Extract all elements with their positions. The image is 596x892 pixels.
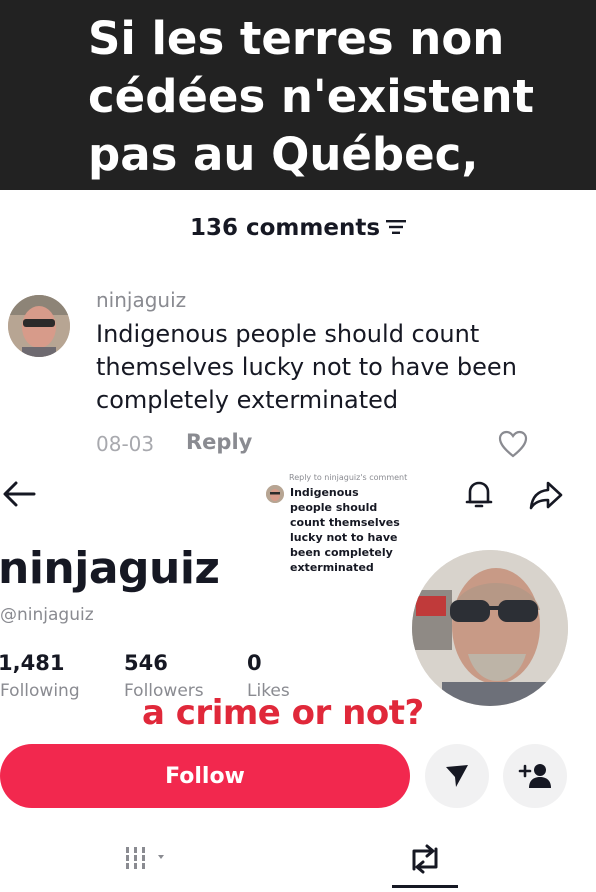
add-friend-button[interactable] — [503, 744, 567, 808]
following-label[interactable]: Following — [0, 681, 80, 701]
send-arrow-icon — [446, 765, 468, 787]
commenter-avatar[interactable] — [8, 295, 70, 357]
profile-avatar[interactable] — [412, 550, 568, 706]
add-person-icon — [518, 764, 551, 788]
reply-quote-text: Indigenous people should count themselve… — [290, 486, 400, 574]
following-count[interactable]: 1,481 — [0, 651, 64, 675]
back-arrow-icon[interactable] — [2, 481, 36, 507]
comments-sheet: 136 comments ninjaguiz Indigenous people… — [0, 190, 596, 465]
reply-avatar — [266, 485, 284, 503]
followers-count[interactable]: 546 — [124, 651, 168, 675]
caption-line-3: pas au Québec, — [88, 128, 479, 181]
comments-count: 136 comments — [189, 215, 381, 241]
sort-lines-icon[interactable] — [386, 219, 407, 234]
heart-outline-icon[interactable] — [498, 430, 528, 458]
bell-icon[interactable] — [462, 477, 496, 511]
comment-date: 08-03 — [96, 432, 155, 456]
caption-text: Si les terres non cédées n'existent pas … — [88, 10, 588, 184]
profile-handle: @ninjaguiz — [0, 605, 94, 625]
profile-screen: Reply to ninjaguiz's comment Indigenous … — [0, 465, 596, 892]
caption-line-2: cédées n'existent — [88, 70, 535, 123]
active-tab-indicator — [392, 885, 458, 888]
video-caption-banner: Si les terres non cédées n'existent pas … — [0, 0, 596, 190]
comments-header: 136 comments — [0, 215, 596, 241]
comment-text: Indigenous people should count themselve… — [96, 320, 517, 414]
message-button[interactable] — [425, 744, 489, 808]
profile-display-name: ninjaguiz — [0, 543, 220, 594]
caption-line-1: Si les terres non — [88, 12, 505, 65]
repost-tab-icon[interactable] — [408, 843, 442, 875]
follow-button[interactable]: Follow — [0, 744, 410, 808]
share-arrow-icon[interactable] — [528, 479, 564, 511]
likes-count[interactable]: 0 — [247, 651, 262, 675]
reply-context-label: Reply to ninjaguiz's comment — [289, 473, 408, 482]
comment-username[interactable]: ninjaguiz — [96, 288, 186, 312]
reply-button[interactable]: Reply — [186, 430, 252, 454]
videos-grid-tab-icon[interactable] — [124, 843, 172, 873]
overlay-question-text: a crime or not? — [142, 693, 424, 733]
